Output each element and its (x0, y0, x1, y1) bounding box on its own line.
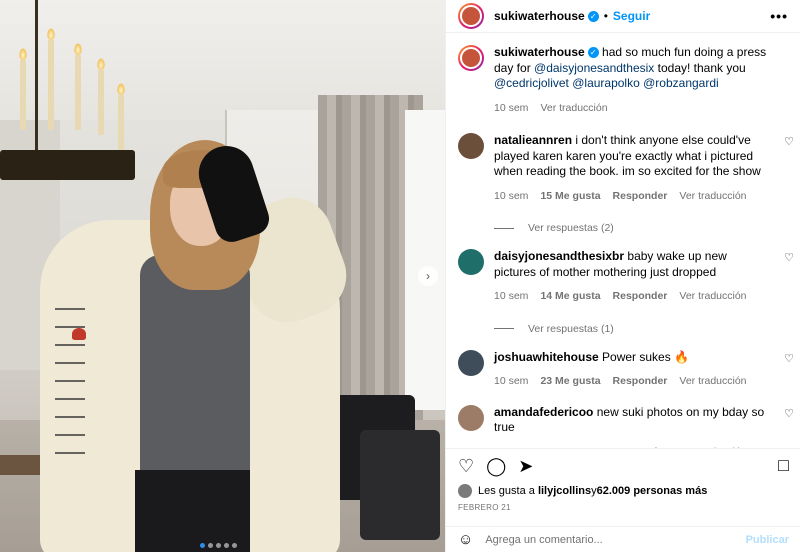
comment-body: natalieannren i don't think anyone else … (494, 133, 788, 204)
caption-mention[interactable]: @robzangardi (643, 76, 719, 90)
comment-translate-link[interactable]: Ver traducción (679, 289, 746, 305)
post-header: sukiwaterhouse ✓ • Seguir ••• (446, 0, 800, 33)
author-avatar[interactable] (458, 3, 484, 29)
comment-time: 10 sem (494, 189, 529, 202)
post-caption: sukiwaterhouse ✓ had so much fun doing a … (446, 45, 800, 116)
photo-person (0, 0, 445, 552)
comment-body: joshuawhitehouse Power sukes 🔥 10 sem 23 M… (494, 350, 788, 390)
comment-reply-button[interactable]: Responder (613, 189, 668, 205)
share-icon[interactable]: ➤ (518, 456, 533, 477)
coat-heart (72, 328, 86, 340)
comment-username[interactable]: daisyjonesandthesixbr (494, 249, 624, 263)
comment-body: daisyjonesandthesixbr baby wake up new p… (494, 249, 788, 305)
follow-button[interactable]: Seguir (613, 9, 650, 23)
verified-icon: ✓ (587, 10, 599, 22)
comment-row: natalieannren i don't think anyone else … (446, 133, 800, 204)
comment-likes[interactable]: 14 Me gusta (540, 289, 600, 305)
comment-likes[interactable]: 23 Me gusta (540, 374, 600, 390)
comment-like-icon[interactable]: ♡ (784, 407, 794, 420)
caption-text: today! thank you (654, 60, 746, 75)
view-replies-label[interactable]: Ver respuestas (2) (528, 222, 614, 234)
more-options-icon[interactable]: ••• (770, 8, 788, 24)
comment-meta: 10 sem 23 Me gusta Responder Ver traducción (494, 374, 768, 390)
comment-time: 10 sem (494, 375, 529, 387)
carousel-dot (200, 543, 205, 548)
view-replies-button[interactable]: Ver respuestas (2) (446, 222, 800, 234)
post-sidebar: sukiwaterhouse ✓ • Seguir ••• sukiwaterh… (445, 0, 800, 552)
comment-like-icon[interactable]: ♡ (784, 135, 794, 148)
comment-body: amandafedericoo new suki photos on my bd… (494, 405, 788, 449)
comment-username[interactable]: amandafedericoo (494, 405, 593, 419)
comment-time: 10 sem (494, 290, 529, 302)
comment: joshuawhitehouse Power sukes 🔥 10 sem 23 M… (446, 349, 800, 390)
caption-mention[interactable]: @cedricjolivet (494, 76, 569, 90)
comment-row: amandafedericoo new suki photos on my bd… (446, 404, 800, 449)
commenter-avatar[interactable] (458, 404, 484, 431)
caption-username[interactable]: sukiwaterhouse (494, 45, 585, 59)
carousel-dot (224, 543, 229, 548)
view-replies-button[interactable]: Ver respuestas (1) (446, 323, 800, 335)
comment-row: joshuawhitehouse Power sukes 🔥 10 sem 23 M… (446, 349, 800, 390)
heart-icon[interactable]: ♡ (458, 456, 474, 477)
commenter-avatar[interactable] (458, 133, 484, 159)
commenter-avatar[interactable] (458, 349, 484, 376)
header-separator: • (603, 9, 608, 23)
carousel-dots (200, 543, 237, 548)
comment-meta: 10 sem 14 Me gusta Responder Ver traducción (494, 289, 768, 305)
comment-translate-link[interactable]: Ver traducción (679, 374, 746, 390)
caption-body: sukiwaterhouse ✓ had so much fun doing a … (494, 45, 788, 116)
comment: daisyjonesandthesixbr baby wake up new p… (446, 249, 800, 335)
comment-meta: 10 sem 15 Me gusta Responder Ver traducción (494, 189, 768, 205)
comment-reply-button[interactable]: Responder (613, 289, 668, 305)
replies-divider (494, 227, 514, 229)
likes-user[interactable]: lilyjcollins (538, 485, 591, 497)
caption-mention[interactable]: @daisyjonesandthesix (534, 61, 654, 75)
comment-username[interactable]: natalieannren (494, 133, 572, 147)
author-username[interactable]: sukiwaterhouse (494, 9, 585, 23)
commenter-avatar[interactable] (458, 249, 484, 275)
comment-like-icon[interactable]: ♡ (784, 251, 794, 264)
post-photo[interactable]: › (0, 0, 445, 552)
likes-prefix: Les gusta a (478, 485, 535, 497)
comment: amandafedericoo new suki photos on my bd… (446, 404, 800, 449)
author-avatar[interactable] (458, 45, 484, 71)
carousel-next-button[interactable]: › (418, 266, 438, 286)
carousel-dot (232, 543, 237, 548)
post-date: FEBRERO 21 (458, 503, 511, 512)
person-shorts (135, 470, 250, 552)
likes-summary: Les gusta a lilyjcollins y 62.009 person… (458, 484, 707, 498)
comment: natalieannren i don't think anyone else … (446, 133, 800, 234)
publish-button[interactable]: Publicar (746, 534, 789, 546)
caption-meta: 10 sem Ver traducción (494, 101, 768, 117)
emoji-icon[interactable]: ☺ (458, 531, 473, 548)
replies-divider (494, 328, 514, 329)
comment-text: Power sukes 🔥 (602, 349, 690, 364)
carousel-dot (216, 543, 221, 548)
bookmark-icon[interactable]: □ (778, 455, 789, 476)
comment-like-icon[interactable]: ♡ (784, 352, 794, 365)
likes-count[interactable]: 62.009 personas más (597, 485, 708, 497)
view-replies-label[interactable]: Ver respuestas (1) (528, 323, 614, 335)
comment-likes[interactable]: 15 Me gusta (540, 189, 600, 205)
caption-mention[interactable]: @laurapolko (572, 76, 640, 90)
comments-list: natalieannren i don't think anyone else … (446, 133, 800, 448)
carousel-dot (208, 543, 213, 548)
comment-translate-link[interactable]: Ver traducción (679, 189, 746, 205)
liker-avatar[interactable] (458, 484, 472, 498)
caption-time: 10 sem (494, 101, 529, 114)
post-actions: ♡ ◯ ➤ □ (446, 448, 800, 484)
coat-scribble (55, 300, 85, 460)
comment-composer: ☺ Agrega un comentario... Publicar (446, 526, 800, 552)
comments-feed[interactable]: sukiwaterhouse ✓ had so much fun doing a … (446, 33, 800, 448)
comment-icon[interactable]: ◯ (486, 456, 506, 477)
comment-input[interactable]: Agrega un comentario... (485, 534, 745, 546)
comment-reply-button[interactable]: Responder (613, 374, 668, 390)
comment-row: daisyjonesandthesixbr baby wake up new p… (446, 249, 800, 305)
caption-translate-link[interactable]: Ver traducción (540, 101, 607, 117)
verified-icon: ✓ (587, 47, 599, 59)
comment-username[interactable]: joshuawhitehouse (494, 350, 599, 364)
